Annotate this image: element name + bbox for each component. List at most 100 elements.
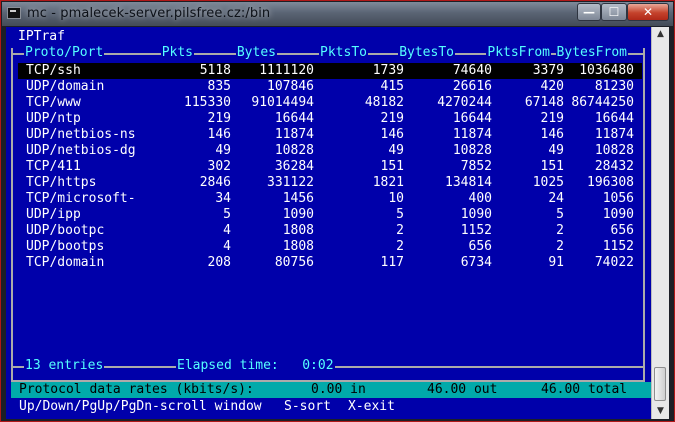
- key-hints-bar: Up/Down/PgUp/PgDn-scroll window S-sort X…: [11, 398, 651, 416]
- pkts-from-cell: 151: [540, 159, 564, 174]
- proto-cell: TCP/411: [26, 159, 81, 174]
- proto-cell: UDP/ntp: [26, 111, 81, 126]
- proto-cell: TCP/www: [26, 95, 81, 110]
- bytes-cell: 107846: [267, 79, 314, 94]
- pkts-cell: 4: [223, 239, 231, 254]
- pkts-cell: 5118: [199, 63, 231, 78]
- pkts-from-cell: 49: [548, 143, 564, 158]
- bytes-cell: 80756: [274, 255, 314, 270]
- scroll-down-icon[interactable]: ▼: [653, 404, 668, 419]
- pkts-from-cell: 91: [548, 255, 564, 270]
- bytes-cell: 16644: [274, 111, 314, 126]
- bytes-cell: 91014494: [251, 95, 314, 110]
- bytes-to-cell: 656: [468, 239, 492, 254]
- bytes-from-cell: 11874: [594, 127, 634, 142]
- pkts-to-cell: 2: [396, 223, 404, 238]
- proto-cell: UDP/domain: [26, 79, 105, 94]
- pkts-from-cell: 146: [540, 127, 564, 142]
- pkts-cell: 302: [207, 159, 231, 174]
- pkts-cell: 4: [223, 223, 231, 238]
- console-icon[interactable]: [7, 7, 21, 19]
- pkts-from-cell: 219: [540, 111, 564, 126]
- column-header-bytes: Bytes: [235, 45, 277, 61]
- close-button[interactable]: ✕: [627, 3, 669, 21]
- scroll-up-icon[interactable]: ▲: [653, 27, 668, 42]
- scrollbar-thumb[interactable]: [654, 367, 666, 401]
- proto-cell: TCP/ssh: [26, 63, 81, 78]
- pkts-from-cell: 1025: [532, 175, 564, 190]
- exit-hint: X-exit: [348, 399, 395, 414]
- table-row[interactable]: TCP/ssh 5118 1111120 1739 74640 3379 1036480: [18, 63, 642, 79]
- pkts-to-cell: 415: [380, 79, 404, 94]
- maximize-button[interactable]: ☐: [601, 3, 627, 21]
- table-row[interactable]: UDP/ntp 219 16644 219 16644 219 16644: [18, 111, 642, 127]
- elapsed-time: Elapsed time: 0:02: [176, 358, 335, 374]
- proto-cell: UDP/netbios-ns: [26, 127, 136, 142]
- table-row[interactable]: TCP/www 115330 91014494 48182 4270244 67148 86…: [18, 95, 642, 111]
- table-row[interactable]: UDP/ipp 5 1090 5 1090 5 1090: [18, 207, 642, 223]
- bytes-cell: 1808: [282, 223, 314, 238]
- bytes-from-cell: 1056: [602, 191, 634, 206]
- table-row[interactable]: TCP/https 2846 331122 1821 134814 1025 196308: [18, 175, 642, 191]
- pkts-from-cell: 2: [556, 223, 564, 238]
- pkts-from-cell: 3379: [532, 63, 564, 78]
- window-title: mc - pmalecek-server.pilsfree.cz:/bin: [27, 6, 271, 21]
- table-row[interactable]: TCP/411 302 36284 151 7852 151 28432: [18, 159, 642, 175]
- pkts-cell: 146: [207, 127, 231, 142]
- table-row[interactable]: UDP/netbios-ns 146 11874 146 11874 146 11874: [18, 127, 642, 143]
- bytes-to-cell: 400: [468, 191, 492, 206]
- pkts-to-cell: 1739: [372, 63, 404, 78]
- bytes-cell: 1456: [282, 191, 314, 206]
- table-row[interactable]: TCP/microsoft- 34 1456 10 400 24 1056: [18, 191, 642, 207]
- pkts-cell: 2846: [199, 175, 231, 190]
- table-row[interactable]: UDP/domain 835 107846 415 26616 420 81230: [18, 79, 642, 95]
- bytes-cell: 1808: [282, 239, 314, 254]
- bytes-from-cell: 86744250: [571, 95, 634, 110]
- column-header-bytes-to: BytesTo: [398, 45, 455, 61]
- proto-cell: UDP/bootps: [26, 239, 105, 254]
- pkts-to-cell: 1821: [372, 175, 404, 190]
- pkts-cell: 49: [215, 143, 231, 158]
- proto-cell: UDP/netbios-dg: [26, 143, 136, 158]
- table-row[interactable]: UDP/bootps 4 1808 2 656 2 1152: [18, 239, 642, 255]
- bytes-to-cell: 6734: [460, 255, 492, 270]
- proto-cell: TCP/domain: [26, 255, 105, 270]
- terminal-area[interactable]: IPTraf Proto/Port Pkts Bytes PktsTo Byte…: [6, 27, 651, 419]
- bytes-cell: 1111120: [259, 63, 314, 78]
- pkts-to-cell: 48182: [364, 95, 404, 110]
- table-row[interactable]: TCP/domain 208 80756 117 6734 91 74022: [18, 255, 642, 271]
- proto-cell: TCP/https: [26, 175, 97, 190]
- pkts-to-cell: 5: [396, 207, 404, 222]
- bytes-to-cell: 134814: [445, 175, 492, 190]
- app-title: IPTraf: [18, 29, 65, 44]
- table-row[interactable]: UDP/netbios-dg 49 10828 49 10828 49 10828: [18, 143, 642, 159]
- pkts-cell: 219: [207, 111, 231, 126]
- bytes-to-cell: 74640: [452, 63, 492, 78]
- table-row[interactable]: UDP/bootpc 4 1808 2 1152 2 656: [18, 223, 642, 239]
- pkts-cell: 208: [207, 255, 231, 270]
- rate-in: 0.00 in: [311, 382, 366, 397]
- pkts-from-cell: 420: [540, 79, 564, 94]
- data-rates-label: Protocol data rates (kbits/s):: [19, 382, 254, 397]
- minimize-button[interactable]: —: [577, 3, 601, 21]
- pkts-from-cell: 5: [556, 207, 564, 222]
- pkts-to-cell: 117: [380, 255, 404, 270]
- proto-cell: UDP/bootpc: [26, 223, 105, 238]
- bytes-from-cell: 1036480: [579, 63, 634, 78]
- pkts-from-cell: 24: [548, 191, 564, 206]
- vertical-scrollbar[interactable]: ▲ ▼: [651, 27, 669, 419]
- pkts-cell: 115330: [184, 95, 231, 110]
- bytes-from-cell: 656: [610, 223, 634, 238]
- bytes-cell: 1090: [282, 207, 314, 222]
- pkts-cell: 835: [207, 79, 231, 94]
- pkts-to-cell: 2: [396, 239, 404, 254]
- pkts-to-cell: 219: [380, 111, 404, 126]
- bytes-from-cell: 81230: [594, 79, 634, 94]
- bytes-from-cell: 28432: [594, 159, 634, 174]
- pkts-from-cell: 67148: [524, 95, 564, 110]
- scroll-hint: Up/Down/PgUp/PgDn-scroll window: [19, 399, 262, 414]
- bytes-to-cell: 7852: [460, 159, 492, 174]
- title-bar[interactable]: mc - pmalecek-server.pilsfree.cz:/bin — …: [2, 2, 673, 26]
- column-header-pkts-from: PktsFrom: [486, 45, 551, 61]
- pkts-cell: 34: [215, 191, 231, 206]
